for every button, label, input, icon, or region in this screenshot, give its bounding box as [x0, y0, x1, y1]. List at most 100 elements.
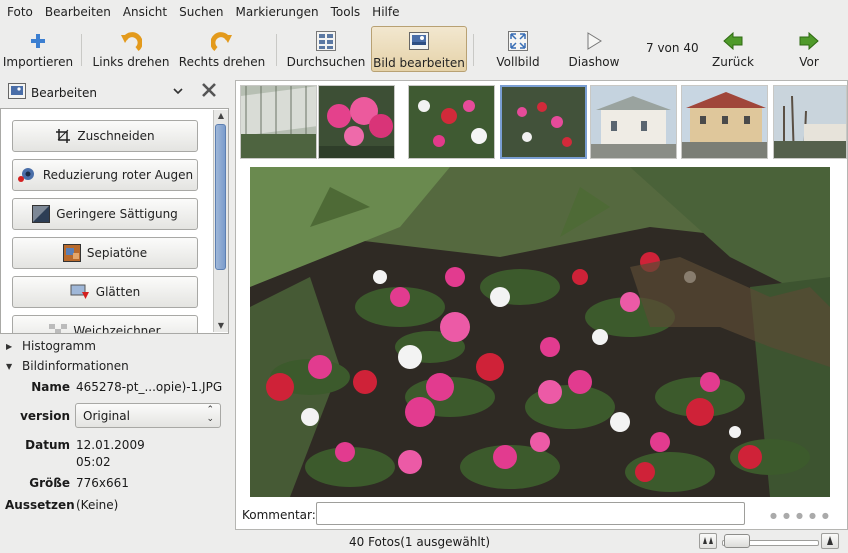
red-eye-icon	[17, 166, 37, 184]
comment-input[interactable]	[316, 502, 745, 525]
rotate-right-icon	[211, 30, 233, 52]
desaturate-icon	[32, 205, 51, 223]
edit-photo-label: Bild bearbeiten	[373, 56, 465, 70]
exposure-label: Aussetzen	[5, 498, 75, 512]
menu-ansicht[interactable]: Ansicht	[117, 0, 173, 24]
thumbnail[interactable]	[681, 85, 768, 159]
menu-bar: Foto Bearbeiten Ansicht Suchen Markierun…	[0, 0, 848, 24]
thumbnail-selected[interactable]	[500, 85, 587, 159]
histogram-label: Histogramm	[22, 339, 96, 353]
main-photo	[250, 167, 830, 497]
scrollbar-thumb[interactable]	[215, 124, 226, 270]
plus-icon	[30, 30, 46, 52]
version-select[interactable]: Original ⌃ ⌄	[75, 403, 221, 428]
status-text: 40 Fotos(1 ausgewählt)	[349, 535, 491, 549]
menu-suchen[interactable]: Suchen	[173, 0, 229, 24]
forward-label: Vor	[799, 55, 819, 69]
photo-counter: 7 von 40	[646, 41, 699, 55]
name-label: Name	[31, 380, 70, 394]
browse-button[interactable]: Durchsuchen	[284, 26, 368, 72]
crop-button[interactable]: Zuschneiden	[12, 120, 198, 152]
triangle-right-icon: ▶	[6, 341, 13, 351]
edit-panel-header: Bearbeiten	[0, 80, 232, 106]
toolbar-separator	[81, 34, 82, 66]
fullscreen-button[interactable]: Vollbild	[491, 26, 545, 72]
slideshow-button[interactable]: Diashow	[563, 26, 625, 72]
panel-title: Bearbeiten	[31, 86, 97, 100]
back-button[interactable]: Zurück	[705, 26, 761, 72]
menu-tools[interactable]: Tools	[325, 0, 367, 24]
blur-button[interactable]: Weichzeichner	[12, 315, 198, 334]
version-label: version	[20, 409, 70, 423]
scroll-down-arrow-icon[interactable]: ▼	[214, 320, 228, 332]
thumbnail[interactable]	[773, 85, 847, 159]
sepia-button[interactable]: Sepiatöne	[12, 237, 198, 269]
browse-label: Durchsuchen	[286, 55, 366, 69]
thumbnail[interactable]	[318, 85, 395, 159]
image-info-label: Bildinformationen	[22, 359, 129, 373]
tools-list: Zuschneiden Reduzierung roter Augen Geri…	[0, 108, 229, 334]
status-bar: 40 Fotos(1 ausgewählt)	[0, 531, 848, 553]
edit-photo-icon	[409, 31, 429, 53]
date-value: 12.01.2009	[76, 438, 145, 452]
thumbnail[interactable]	[408, 85, 495, 159]
triangle-down-icon: ▼	[6, 361, 13, 371]
rotate-left-icon	[120, 30, 142, 52]
toolbar-separator	[276, 34, 277, 66]
time-value: 05:02	[76, 455, 111, 469]
size-value: 776x661	[76, 476, 129, 490]
thumbnail[interactable]	[240, 85, 317, 159]
spinner-arrows-icon: ⌃ ⌄	[206, 405, 214, 424]
thumbnail[interactable]	[590, 85, 677, 159]
play-icon	[585, 30, 603, 52]
comment-label: Kommentar:	[242, 508, 316, 522]
edit-photo-button[interactable]: Bild bearbeiten	[371, 26, 467, 72]
exposure-value: (Keine)	[76, 498, 119, 512]
rotate-right-button[interactable]: Rechts drehen	[176, 26, 268, 72]
forward-button[interactable]: Vor	[784, 26, 834, 72]
arrow-left-icon	[723, 30, 743, 52]
toolbar-separator	[473, 34, 474, 66]
date-label: Datum	[25, 438, 70, 452]
resize-dots: ●●●●●	[770, 511, 835, 520]
import-button[interactable]: Importieren	[2, 26, 74, 72]
photo-view: Kommentar: ●●●●●	[235, 80, 848, 530]
smooth-label: Glätten	[95, 285, 141, 299]
close-icon[interactable]	[201, 82, 217, 103]
slideshow-label: Diashow	[568, 55, 620, 69]
zoom-in-icon[interactable]	[821, 533, 839, 549]
desaturate-label: Geringere Sättigung	[56, 207, 178, 221]
browse-grid-icon	[316, 30, 336, 52]
rotate-left-button[interactable]: Links drehen	[90, 26, 172, 72]
menu-markierungen[interactable]: Markierungen	[230, 0, 325, 24]
rotate-left-label: Links drehen	[92, 55, 170, 69]
histogram-expander[interactable]: ▶ Histogramm	[6, 339, 96, 353]
zoom-slider-knob[interactable]	[724, 534, 750, 548]
scroll-up-arrow-icon[interactable]: ▲	[214, 110, 228, 122]
version-value: Original	[83, 409, 130, 423]
menu-foto[interactable]: Foto	[0, 0, 39, 24]
blur-label: Weichzeichner	[73, 324, 161, 334]
size-label: Größe	[29, 476, 70, 490]
smooth-button[interactable]: Glätten	[12, 276, 198, 308]
sepia-label: Sepiatöne	[86, 246, 148, 260]
red-eye-label: Reduzierung roter Augen	[42, 168, 194, 182]
desaturate-button[interactable]: Geringere Sättigung	[12, 198, 198, 230]
tools-scrollbar[interactable]: ▲ ▼	[213, 110, 228, 332]
zoom-out-icon[interactable]	[699, 533, 717, 549]
toolbar: Importieren Links drehen Rechts drehen D…	[0, 24, 848, 74]
arrow-right-icon	[799, 30, 819, 52]
rotate-right-label: Rechts drehen	[178, 55, 266, 69]
back-label: Zurück	[712, 55, 754, 69]
smooth-icon	[70, 283, 90, 301]
crop-icon	[55, 128, 71, 144]
name-value: 465278-pt_...opie)-1.JPG	[76, 380, 223, 394]
menu-hilfe[interactable]: Hilfe	[366, 0, 405, 24]
menu-bearbeiten[interactable]: Bearbeiten	[39, 0, 117, 24]
image-info-expander[interactable]: ▼ Bildinformationen	[6, 359, 129, 373]
red-eye-button[interactable]: Reduzierung roter Augen	[12, 159, 198, 191]
import-label: Importieren	[2, 55, 74, 69]
chevron-down-icon[interactable]	[172, 85, 184, 100]
crop-label: Zuschneiden	[77, 129, 155, 143]
fullscreen-icon	[508, 30, 528, 52]
